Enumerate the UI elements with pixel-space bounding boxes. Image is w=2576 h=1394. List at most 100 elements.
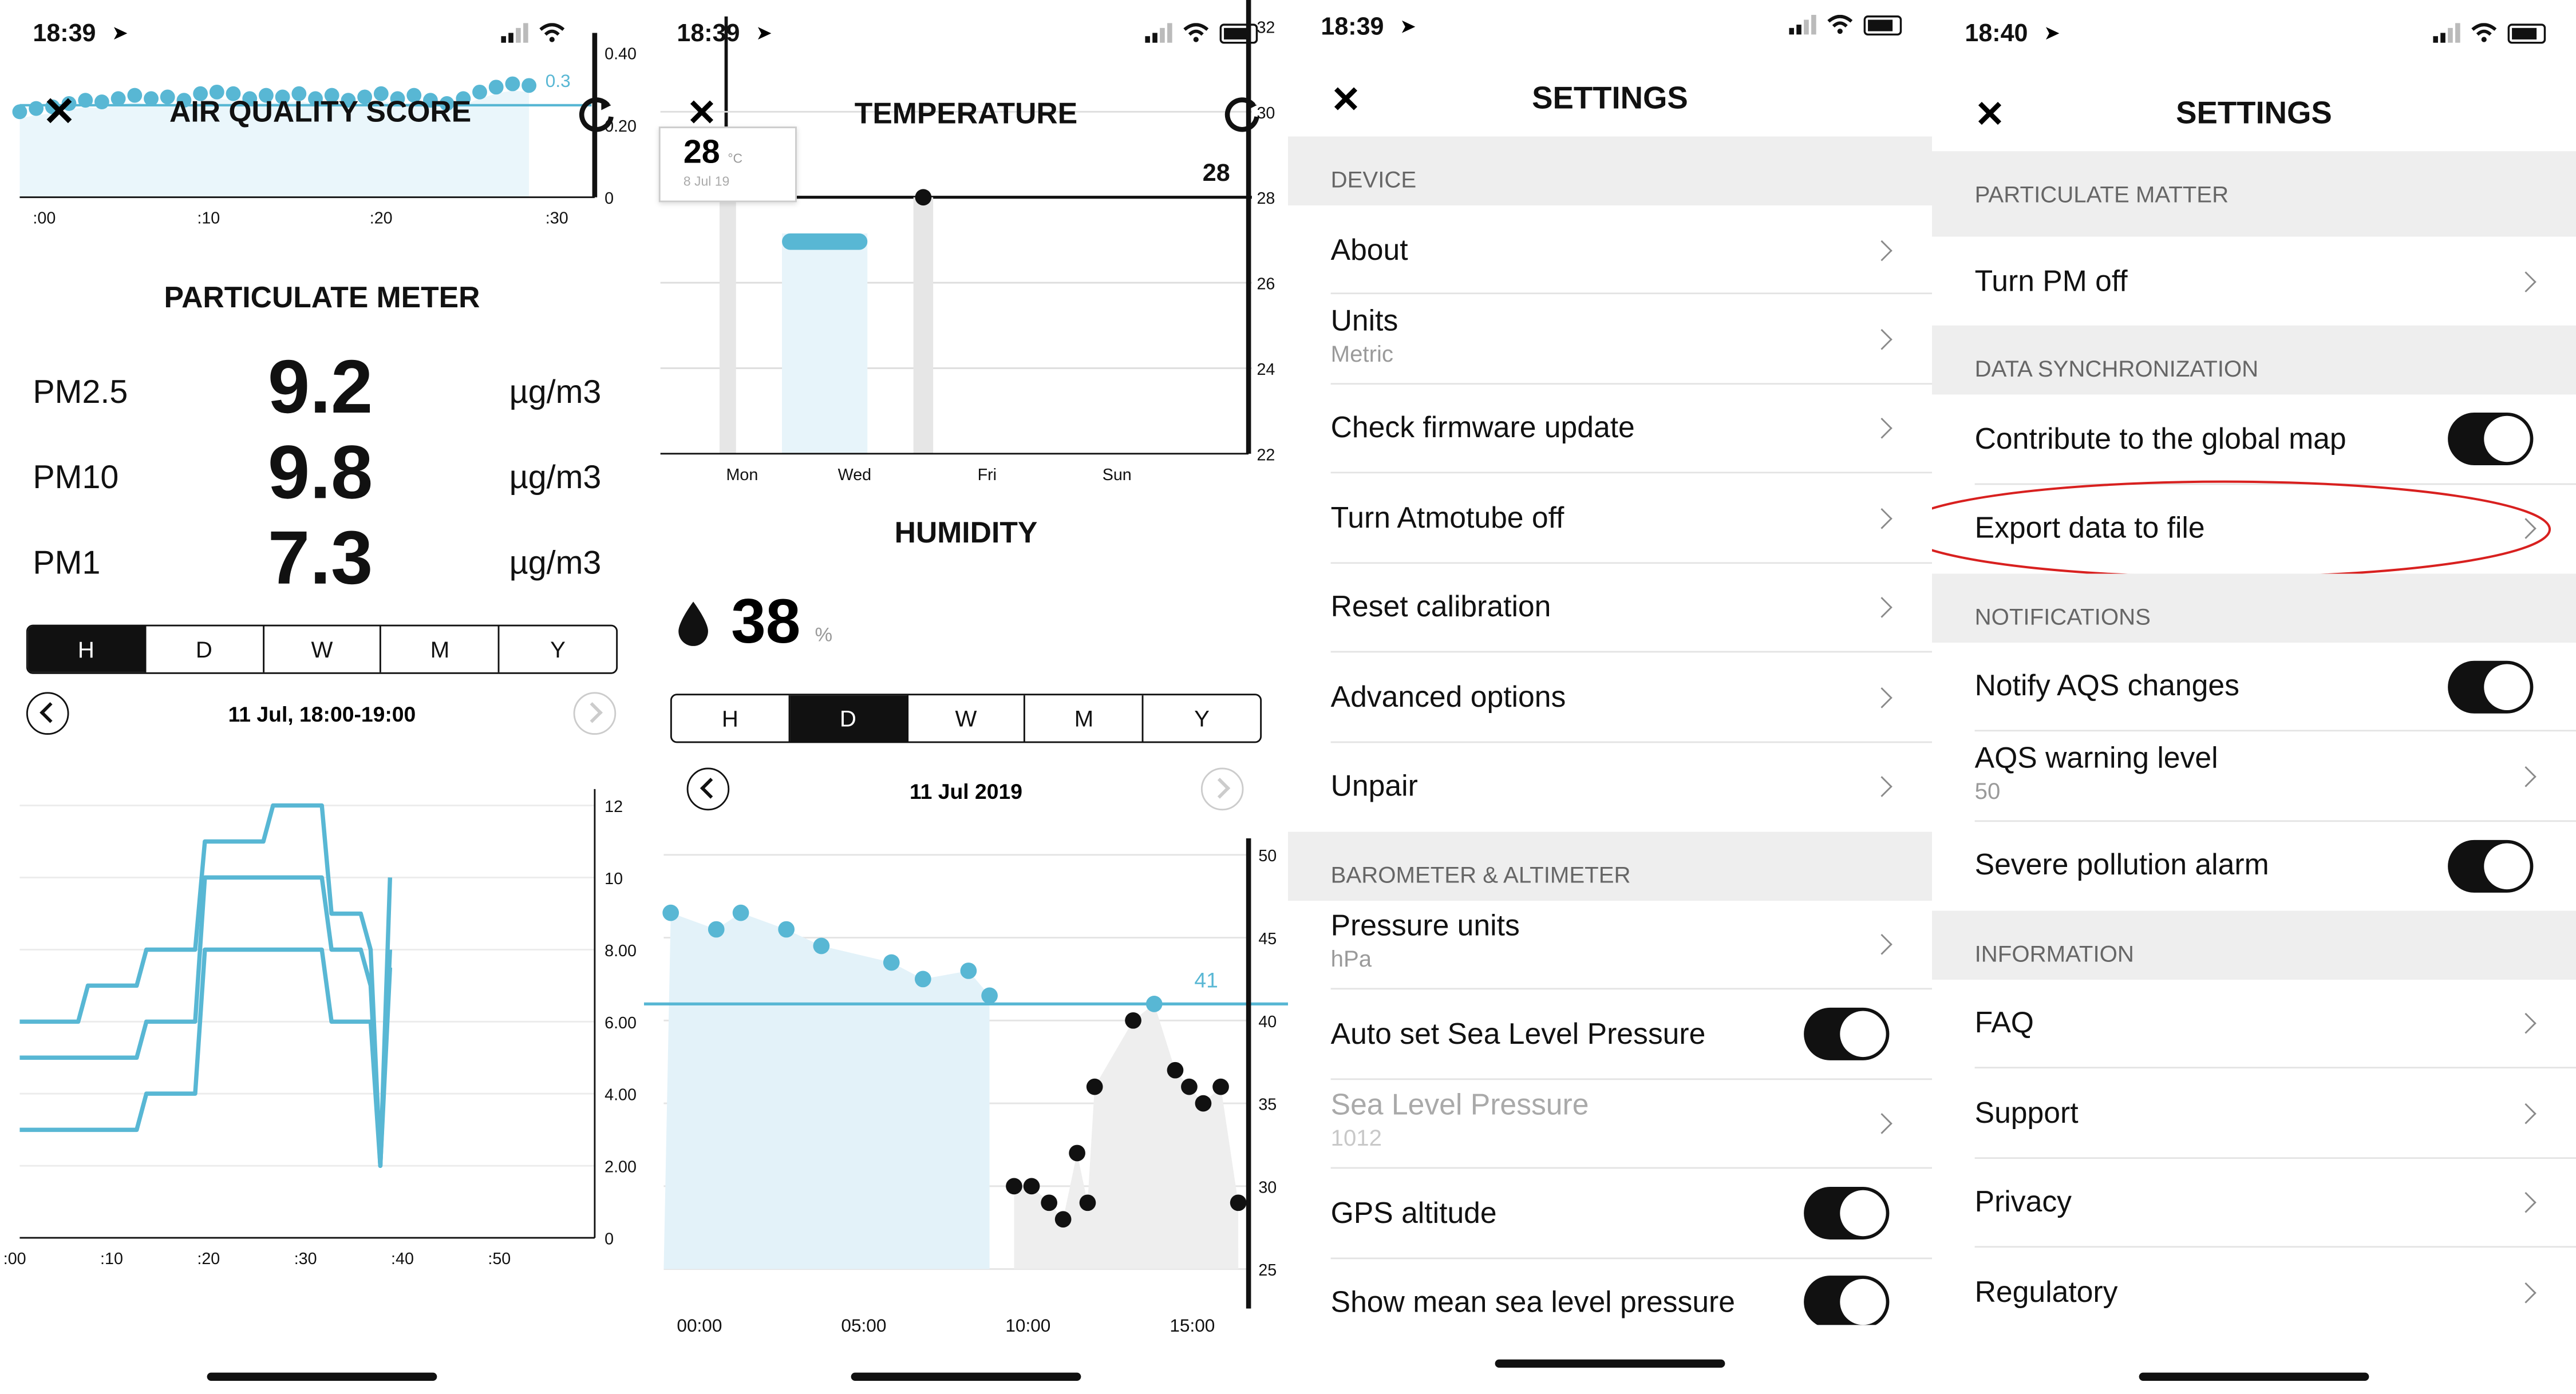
tab-day[interactable]: D xyxy=(789,695,908,742)
pm-label: PM10 xyxy=(33,460,119,497)
tab-month[interactable]: M xyxy=(382,626,500,672)
series-area xyxy=(663,913,990,1269)
data-point xyxy=(960,963,977,979)
prev-period-button[interactable] xyxy=(686,767,730,811)
data-point xyxy=(813,937,830,955)
settings-row-mean-sea-level[interactable]: Show mean sea level pressure xyxy=(1288,1259,1933,1325)
tab-hour[interactable]: H xyxy=(27,626,146,672)
row-label: Privacy xyxy=(1974,1185,2072,1218)
data-point xyxy=(1006,1178,1022,1195)
section-header: PARTICULATE MATTER xyxy=(1932,151,2576,237)
settings-row-advanced[interactable]: Advanced options xyxy=(1288,652,1933,743)
prev-period-button[interactable] xyxy=(26,692,69,735)
aqs-point xyxy=(12,104,27,120)
settings-row-about[interactable]: About xyxy=(1288,205,1933,295)
tab-week[interactable]: W xyxy=(908,695,1026,742)
settings-row-firmware[interactable]: Check firmware update xyxy=(1288,385,1933,474)
toggle-knob xyxy=(2484,415,2530,462)
section-header: DATA SYNCHRONIZATION xyxy=(1932,325,2576,395)
aqs-point xyxy=(94,94,109,110)
refresh-icon[interactable] xyxy=(1220,92,1263,135)
aqs-point xyxy=(488,80,504,95)
tab-week[interactable]: W xyxy=(264,626,382,672)
refresh-icon[interactable] xyxy=(575,92,618,135)
settings-row-turn-pm-off[interactable]: Turn PM off xyxy=(1932,236,2576,326)
chevron-right-icon xyxy=(2515,271,2537,292)
y-tick-label: 35 xyxy=(1258,1096,1277,1114)
chevron-right-icon xyxy=(1871,508,1893,529)
data-point xyxy=(708,921,725,938)
temp-tick: 32 xyxy=(1257,18,1275,37)
series-area xyxy=(1014,1004,1239,1269)
aqs-x-tick: :10 xyxy=(197,209,220,228)
x-tick-label: :40 xyxy=(391,1250,414,1268)
temp-tooltip: 28 °C 8 Jul 19 xyxy=(658,126,797,203)
status-icons xyxy=(1789,14,1902,36)
settings-row-regulatory[interactable]: Regulatory xyxy=(1932,1248,2576,1338)
settings-row-gps-altitude[interactable]: GPS altitude xyxy=(1288,1169,1933,1260)
settings-row-unpair[interactable]: Unpair xyxy=(1288,743,1933,832)
tab-year[interactable]: Y xyxy=(1144,695,1260,741)
settings-row-sea-level-pressure[interactable]: Sea Level Pressure 1012 xyxy=(1288,1080,1933,1169)
settings-row-support[interactable]: Support xyxy=(1932,1068,2576,1159)
next-period-button[interactable] xyxy=(573,692,617,735)
data-point xyxy=(883,954,900,971)
aqs-x-tick: :00 xyxy=(33,209,56,228)
toggle-knob xyxy=(2484,843,2530,890)
tab-month[interactable]: M xyxy=(1026,695,1144,742)
row-sublabel: hPa xyxy=(1330,945,1372,972)
close-icon[interactable]: ✕ xyxy=(687,92,717,135)
settings-row-faq[interactable]: FAQ xyxy=(1932,980,2576,1069)
toggle-switch[interactable] xyxy=(1804,1007,1890,1060)
toggle-switch[interactable] xyxy=(2448,839,2534,893)
x-tick-label: :50 xyxy=(488,1250,511,1268)
settings-row-notify-aqs[interactable]: Notify AQS changes xyxy=(1932,643,2576,732)
data-point xyxy=(662,904,679,921)
settings-row-aqs-warning[interactable]: AQS warning level 50 xyxy=(1932,731,2576,822)
aqs-tick: 0.40 xyxy=(605,45,637,63)
aqs-x-tick: :20 xyxy=(370,209,393,228)
settings-row-contribute-map[interactable]: Contribute to the global map xyxy=(1932,394,2576,485)
tooltip-unit: °C xyxy=(728,151,743,167)
row-label: Reset calibration xyxy=(1330,590,1551,623)
toggle-switch[interactable] xyxy=(2448,413,2534,465)
settings-row-auto-sea-level[interactable]: Auto set Sea Level Pressure xyxy=(1288,989,1933,1080)
toggle-switch[interactable] xyxy=(2448,660,2534,714)
settings-row-units[interactable]: Units Metric xyxy=(1288,294,1933,385)
pm-label: PM2.5 xyxy=(33,374,128,411)
section-header: NOTIFICATIONS xyxy=(1932,573,2576,643)
settings-row-reset-calibration[interactable]: Reset calibration xyxy=(1288,564,1933,653)
next-period-button[interactable] xyxy=(1200,767,1244,811)
humidity-title: HUMIDITY xyxy=(894,516,1038,549)
pm-unit: µg/m3 xyxy=(509,374,602,411)
data-point xyxy=(1125,1012,1141,1029)
data-point xyxy=(1086,1078,1103,1095)
tooltip-date: 8 Jul 19 xyxy=(683,174,730,189)
period-label: 11 Jul, 18:00-19:00 xyxy=(228,702,416,727)
tab-year[interactable]: Y xyxy=(500,626,616,672)
chevron-right-icon xyxy=(1871,597,1893,618)
home-indicator xyxy=(2139,1372,2369,1381)
settings-title: SETTINGS xyxy=(2176,97,2332,132)
y-tick-label: 10 xyxy=(605,870,623,888)
tab-hour[interactable]: H xyxy=(672,695,790,742)
row-sublabel: 1012 xyxy=(1330,1124,1382,1151)
settings-row-turn-off[interactable]: Turn Atmotube off xyxy=(1288,473,1933,564)
settings-row-privacy[interactable]: Privacy xyxy=(1932,1159,2576,1248)
settings-row-pressure-units[interactable]: Pressure units hPa xyxy=(1288,901,1933,990)
data-point xyxy=(1230,1194,1247,1211)
close-icon[interactable]: ✕ xyxy=(43,89,76,136)
aqs-point xyxy=(110,91,126,106)
chevron-right-icon xyxy=(1871,776,1893,797)
tab-day[interactable]: D xyxy=(146,626,264,672)
settings-row-severe-alarm[interactable]: Severe pollution alarm xyxy=(1932,822,2576,911)
home-indicator xyxy=(851,1372,1081,1381)
toggle-switch[interactable] xyxy=(1804,1276,1890,1325)
temp-x-tick: Fri xyxy=(978,466,997,484)
row-label: Contribute to the global map xyxy=(1974,422,2346,456)
y-tick-label: 4.00 xyxy=(605,1086,637,1104)
highlight-ellipse xyxy=(1932,480,2551,579)
temperature-chart: 32 30 28 26 24 22 Mon Wed Fri Sun 28 xyxy=(660,0,1275,484)
toggle-switch[interactable] xyxy=(1804,1187,1890,1239)
chevron-right-icon xyxy=(582,702,603,723)
